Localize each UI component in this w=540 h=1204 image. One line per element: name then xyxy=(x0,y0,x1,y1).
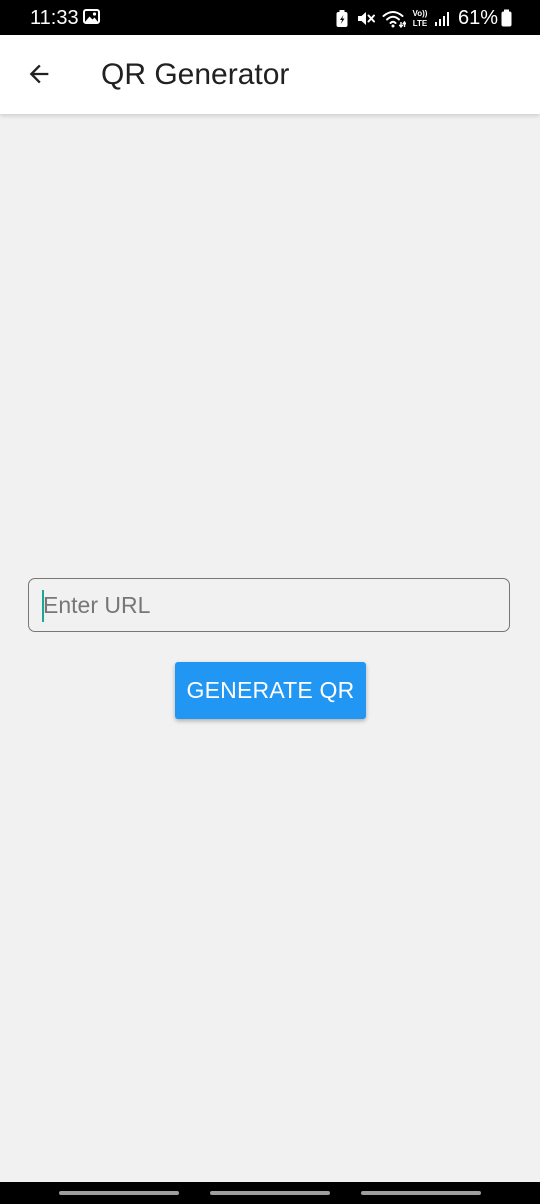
generate-qr-button[interactable]: GENERATE QR xyxy=(175,662,366,719)
url-input[interactable] xyxy=(43,579,493,631)
nav-back-handle[interactable] xyxy=(361,1191,481,1195)
arrow-back-icon xyxy=(29,64,49,84)
signal-icon xyxy=(434,11,449,26)
gallery-icon xyxy=(83,9,100,24)
page-title: QR Generator xyxy=(101,58,290,91)
back-button[interactable] xyxy=(20,55,58,93)
battery-icon xyxy=(501,9,512,27)
battery-saver-icon xyxy=(336,9,348,27)
navigation-bar xyxy=(0,1182,540,1204)
battery-percentage: 61% xyxy=(457,7,498,29)
mute-icon xyxy=(357,11,375,25)
svg-text:Vo)): Vo)) xyxy=(412,9,427,18)
url-input-container[interactable] xyxy=(28,578,510,632)
status-icons: Vo)) LTE 61% xyxy=(336,5,512,31)
nav-home-handle[interactable] xyxy=(210,1191,330,1195)
nav-recents-handle[interactable] xyxy=(59,1191,179,1195)
status-time: 11:33 xyxy=(30,7,79,29)
svg-text:LTE: LTE xyxy=(413,19,428,28)
status-bar: 11:33 Vo)) LTE 61% xyxy=(0,0,540,35)
app-bar: QR Generator xyxy=(0,35,540,114)
wifi-icon xyxy=(382,10,406,28)
volte-icon: Vo)) LTE xyxy=(412,9,428,28)
